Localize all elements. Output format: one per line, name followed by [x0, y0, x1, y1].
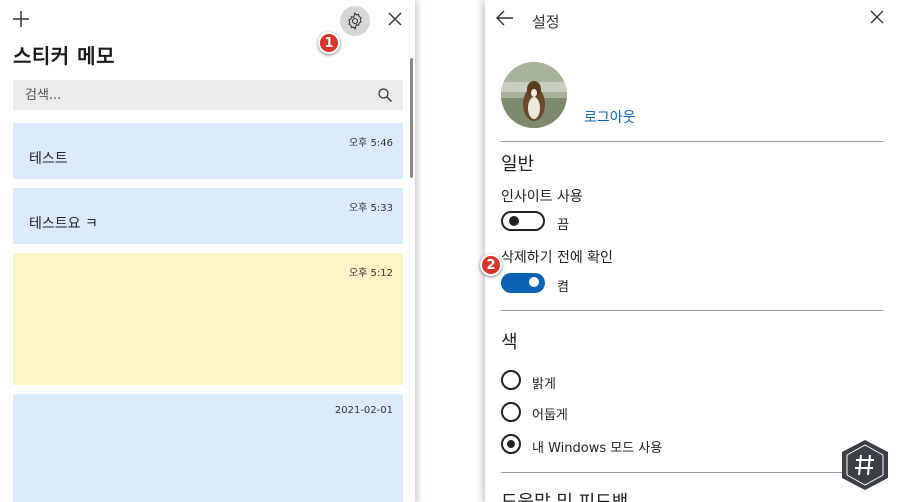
- radio-light[interactable]: [501, 370, 521, 390]
- note-card[interactable]: 2021-02-01: [13, 394, 403, 502]
- dog-photo-icon: [501, 62, 567, 128]
- close-icon: [388, 12, 402, 26]
- general-heading: 일반: [501, 154, 535, 175]
- note-time: 2021-02-01: [334, 405, 393, 416]
- toggle-knob: [529, 277, 539, 287]
- annotation-marker-1: 1: [318, 32, 340, 54]
- radio-windows-mode[interactable]: [501, 434, 521, 454]
- avatar: [501, 62, 567, 128]
- settings-window: 설정 로그아웃 일반 인사이트 사용 끔 삭제하기 전에 확인 켬 색 밝게 어…: [485, 0, 900, 502]
- settings-title: 설정: [532, 13, 560, 31]
- note-time: 오후 5:12: [348, 268, 393, 279]
- divider: [501, 472, 883, 473]
- close-icon: [870, 10, 884, 24]
- logout-link[interactable]: 로그아웃: [584, 107, 636, 127]
- divider: [501, 310, 883, 311]
- search-box[interactable]: [13, 80, 403, 110]
- back-arrow-icon: [496, 10, 513, 26]
- close-button[interactable]: [385, 9, 405, 29]
- gear-icon: [348, 11, 362, 31]
- confirm-delete-label: 삭제하기 전에 확인: [501, 250, 613, 266]
- toggle-knob: [509, 216, 519, 226]
- divider: [501, 141, 883, 142]
- radio-light-label: 밝게: [532, 377, 556, 392]
- plus-icon: [13, 11, 29, 27]
- note-time: 오후 5:33: [348, 203, 393, 214]
- confirm-delete-state: 켬: [557, 280, 569, 295]
- settings-button[interactable]: [340, 6, 370, 36]
- note-text: 테스트요 ㅋ: [29, 216, 98, 232]
- note-card[interactable]: 오후 5:12: [13, 253, 403, 385]
- close-button[interactable]: [870, 9, 890, 29]
- note-text: 테스트: [29, 151, 68, 167]
- sticky-notes-window: 스티커 메모 오후 5:46 테스트 오후 5:33 테스트요 ㅋ 오후 5:1…: [0, 0, 415, 502]
- annotation-marker-2: 2: [480, 254, 502, 276]
- radio-dark-label: 어둡게: [532, 408, 568, 423]
- hashtag-logo-icon: [842, 440, 888, 490]
- note-card[interactable]: 오후 5:46 테스트: [13, 123, 403, 179]
- insights-toggle[interactable]: [501, 211, 545, 231]
- app-title: 스티커 메모: [13, 44, 115, 68]
- scrollbar[interactable]: [410, 58, 413, 178]
- title-bar: [0, 0, 415, 42]
- confirm-delete-toggle[interactable]: [501, 273, 545, 293]
- color-heading: 색: [501, 332, 518, 353]
- note-card[interactable]: 오후 5:33 테스트요 ㅋ: [13, 188, 403, 244]
- insights-label: 인사이트 사용: [501, 189, 583, 205]
- back-button[interactable]: [495, 8, 517, 30]
- search-icon[interactable]: [377, 87, 393, 103]
- help-feedback-heading: 도움말 및 피드백: [501, 488, 628, 502]
- radio-dark[interactable]: [501, 402, 521, 422]
- note-time: 오후 5:46: [348, 138, 393, 149]
- insights-state: 끔: [557, 218, 569, 233]
- add-note-button[interactable]: [10, 8, 32, 30]
- radio-dot: [507, 440, 515, 448]
- search-input[interactable]: [25, 87, 355, 103]
- radio-windows-mode-label: 내 Windows 모드 사용: [532, 441, 663, 456]
